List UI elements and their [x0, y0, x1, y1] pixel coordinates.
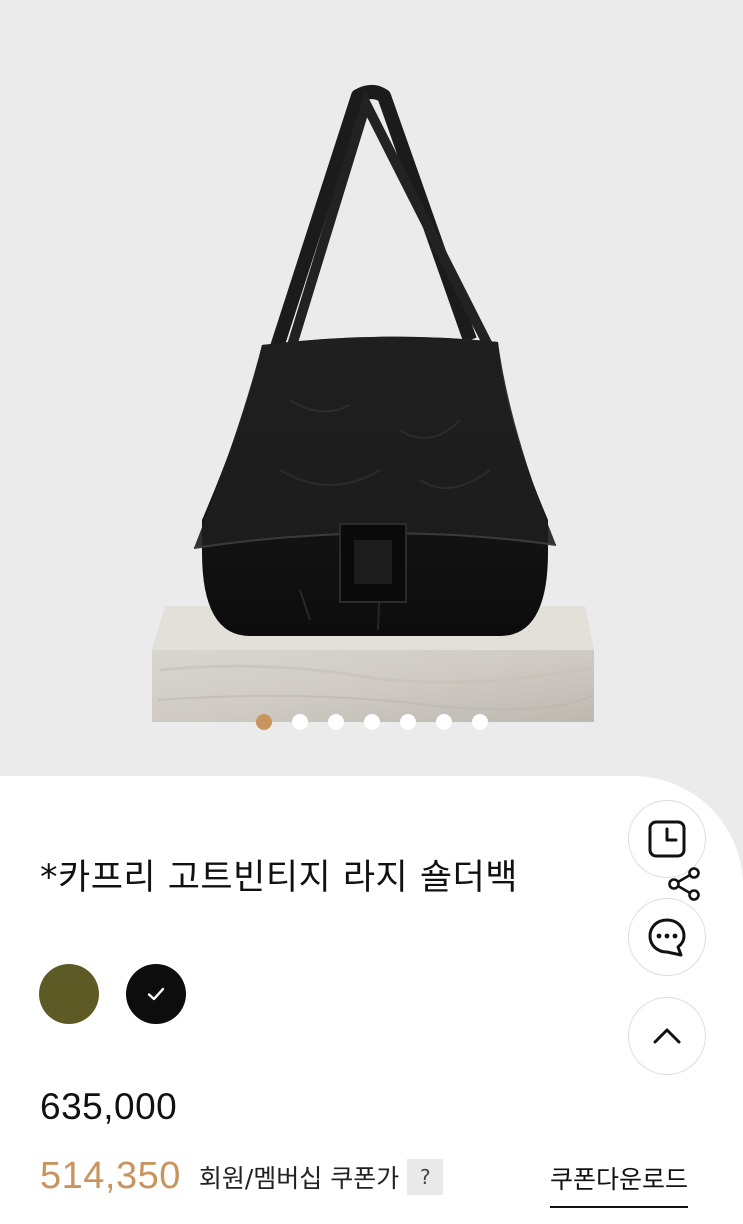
coupon-download-link[interactable]: 쿠폰다운로드	[550, 1160, 689, 1208]
gallery-dot-6[interactable]	[435, 714, 452, 730]
gallery-pagination[interactable]	[0, 714, 743, 730]
recent-view-icon	[648, 820, 686, 858]
gallery-dot-4[interactable]	[363, 714, 380, 730]
gallery-dot-3[interactable]	[327, 714, 344, 730]
color-swatch-olive[interactable]	[39, 964, 99, 1024]
sale-price-label: 회원/멤버십 쿠폰가	[198, 1163, 400, 1193]
gallery-dot-2[interactable]	[291, 714, 308, 730]
help-button[interactable]: ?	[407, 1158, 444, 1195]
gallery-dot-5[interactable]	[399, 714, 416, 730]
chevron-up-icon	[653, 1028, 681, 1044]
sale-price-row: 514,350 회원/멤버십 쿠폰가 ?	[40, 1155, 444, 1198]
share-icon[interactable]	[666, 866, 702, 902]
product-photo	[152, 85, 594, 722]
sale-price: 514,350	[40, 1155, 181, 1197]
original-price: 635,000	[40, 1086, 178, 1127]
scroll-top-button[interactable]	[628, 997, 706, 1075]
product-title: *카프리 고트빈티지 라지 숄더백	[40, 858, 518, 898]
chat-button[interactable]	[628, 898, 706, 976]
gallery-dot-7[interactable]	[471, 714, 488, 730]
product-image-gallery[interactable]	[0, 0, 743, 800]
chat-icon	[648, 918, 686, 957]
check-icon	[147, 987, 165, 1001]
color-swatch-black[interactable]	[126, 964, 186, 1024]
gallery-dot-1[interactable]	[255, 714, 272, 730]
